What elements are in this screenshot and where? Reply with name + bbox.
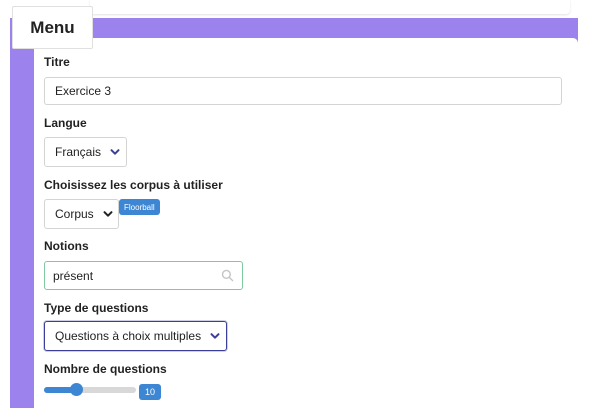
notions-input-value: présent [53, 268, 94, 283]
corpus-label: Choisissez les corpus à utiliser [44, 178, 223, 192]
corpus-select-value: Corpus [55, 207, 94, 221]
chevron-down-icon [210, 333, 220, 339]
question-type-label: Type de questions [44, 301, 149, 315]
question-type-select-value: Questions à choix multiples [55, 329, 202, 343]
chevron-down-icon [103, 211, 113, 217]
title-input[interactable]: Exercice 3 [44, 77, 562, 105]
language-select[interactable]: Français [44, 137, 127, 167]
language-label: Langue [44, 116, 87, 130]
question-type-select[interactable]: Questions à choix multiples [44, 321, 227, 351]
corpus-select[interactable]: Corpus [44, 199, 119, 229]
question-count-value: 10 [139, 384, 161, 400]
question-count-label: Nombre de questions [44, 362, 167, 376]
top-card [90, 0, 570, 14]
question-count-slider[interactable] [44, 383, 136, 396]
title-input-value: Exercice 3 [55, 84, 112, 98]
title-label: Titre [44, 55, 70, 69]
notions-input[interactable]: présent [44, 261, 243, 290]
menu-button[interactable]: Menu [12, 6, 93, 49]
corpus-tag-floorball: Floorball [119, 199, 160, 215]
chevron-down-icon [110, 149, 120, 155]
search-icon [221, 269, 234, 282]
notions-label: Notions [44, 239, 89, 253]
language-select-value: Français [55, 145, 102, 159]
